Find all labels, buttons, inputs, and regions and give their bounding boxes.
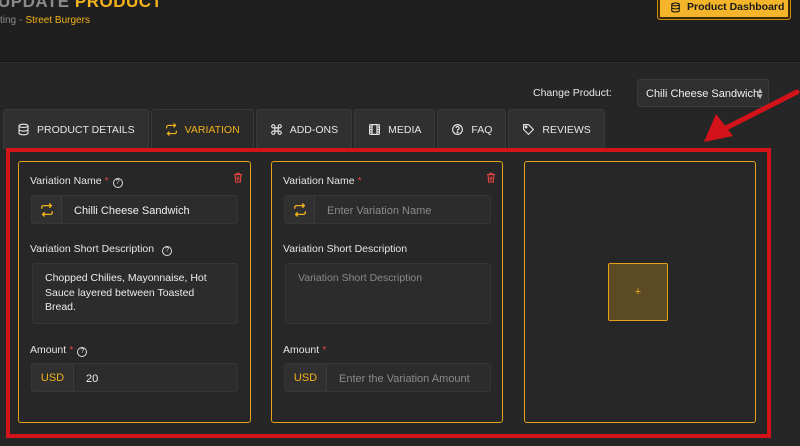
product-dashboard-label: Product Dashboard [687, 1, 785, 13]
required-marker: * [69, 344, 74, 356]
tab-product-details[interactable]: PRODUCT DETAILS [3, 109, 149, 149]
variation-desc-label: Variation Short Description? [30, 243, 173, 256]
add-variation-button[interactable]: + [608, 263, 668, 321]
tab-variation[interactable]: VARIATION [150, 109, 254, 149]
tag-icon [523, 124, 535, 135]
database-icon [671, 1, 680, 13]
help-icon[interactable]: ? [77, 347, 88, 357]
help-icon[interactable]: ? [162, 246, 173, 256]
tab-bar: PRODUCT DETAILS VARIATION ADD-ONS MEDIA … [3, 109, 605, 149]
currency-addon: USD [32, 364, 74, 391]
variation-desc-textarea[interactable]: Chopped Chilies, Mayonnaise, Hot Sauce l… [32, 263, 238, 324]
select-arrows-icon: ▲ ▼ [756, 86, 764, 101]
variation-desc-label-text: Variation Short Description [30, 243, 155, 255]
amount-label-text: Amount [30, 344, 67, 356]
variation-name-addon [285, 196, 315, 223]
database-icon [18, 123, 29, 136]
required-marker: * [322, 344, 327, 356]
amount-label: Amount * [283, 344, 326, 356]
currency-addon: USD [285, 364, 327, 391]
film-icon [369, 124, 381, 135]
variation-name-input-group: Enter Variation Name [284, 195, 491, 224]
breadcrumb-separator: - [19, 15, 23, 26]
breadcrumb-parent[interactable]: ting [0, 15, 16, 26]
amount-label: Amount *? [30, 344, 88, 357]
trash-icon[interactable] [233, 172, 243, 183]
required-marker: * [104, 175, 109, 187]
change-product-select[interactable]: Chili Cheese Sandwich ▲ ▼ [637, 79, 769, 107]
tab-label: REVIEWS [542, 123, 591, 136]
change-product-label: Change Product: [533, 87, 612, 99]
tab-label: ADD-ONS [289, 123, 339, 136]
amount-input[interactable]: Enter the Variation Amount [327, 364, 490, 391]
change-product-value: Chili Cheese Sandwich [646, 88, 760, 100]
tab-label: VARIATION [184, 123, 240, 136]
amount-input-group: USD Enter the Variation Amount [284, 363, 491, 392]
variation-name-label: Variation Name *? [30, 175, 123, 188]
amount-label-text: Amount [283, 344, 320, 356]
page-title: UPDATE PRODUCT [0, 0, 162, 12]
swap-arrows-icon [40, 202, 53, 217]
trash-icon[interactable] [486, 172, 496, 183]
tab-add-ons[interactable]: ADD-ONS [255, 109, 353, 149]
amount-input[interactable]: 20 [74, 364, 237, 391]
variation-name-addon [32, 196, 62, 223]
required-marker: * [357, 175, 362, 187]
variation-name-input-group: Chilli Cheese Sandwich [31, 195, 238, 224]
top-bar: UPDATE PRODUCT ting - Street Burgers Produ… [0, 0, 800, 62]
breadcrumb: ting - Street Burgers [0, 15, 90, 26]
swap-arrows-icon [165, 123, 177, 136]
question-circle-icon [452, 124, 464, 135]
breadcrumb-current: Street Burgers [25, 15, 90, 26]
variation-name-label: Variation Name * [283, 175, 362, 187]
tab-faq[interactable]: FAQ [437, 109, 507, 149]
swap-arrows-icon [293, 202, 306, 217]
help-icon[interactable]: ? [112, 178, 123, 188]
variation-name-label-text: Variation Name [283, 175, 355, 187]
tab-label: PRODUCT DETAILS [37, 123, 135, 136]
variation-name-input[interactable]: Enter Variation Name [315, 196, 490, 223]
command-icon [270, 124, 282, 135]
page-title-main: PRODUCT [74, 0, 163, 11]
variation-desc-label: Variation Short Description [283, 243, 408, 255]
variation-name-label-text: Variation Name [30, 175, 102, 187]
tab-label: FAQ [471, 123, 493, 136]
variation-name-input[interactable]: Chilli Cheese Sandwich [62, 196, 237, 223]
variation-desc-textarea[interactable]: Variation Short Description [285, 263, 491, 324]
page-title-prefix: UPDATE [0, 0, 70, 11]
product-dashboard-button[interactable]: Product Dashboard [657, 0, 791, 20]
amount-input-group: USD 20 [31, 363, 238, 392]
tab-media[interactable]: MEDIA [354, 109, 436, 149]
tab-label: MEDIA [388, 123, 422, 136]
tab-reviews[interactable]: REVIEWS [508, 109, 605, 149]
